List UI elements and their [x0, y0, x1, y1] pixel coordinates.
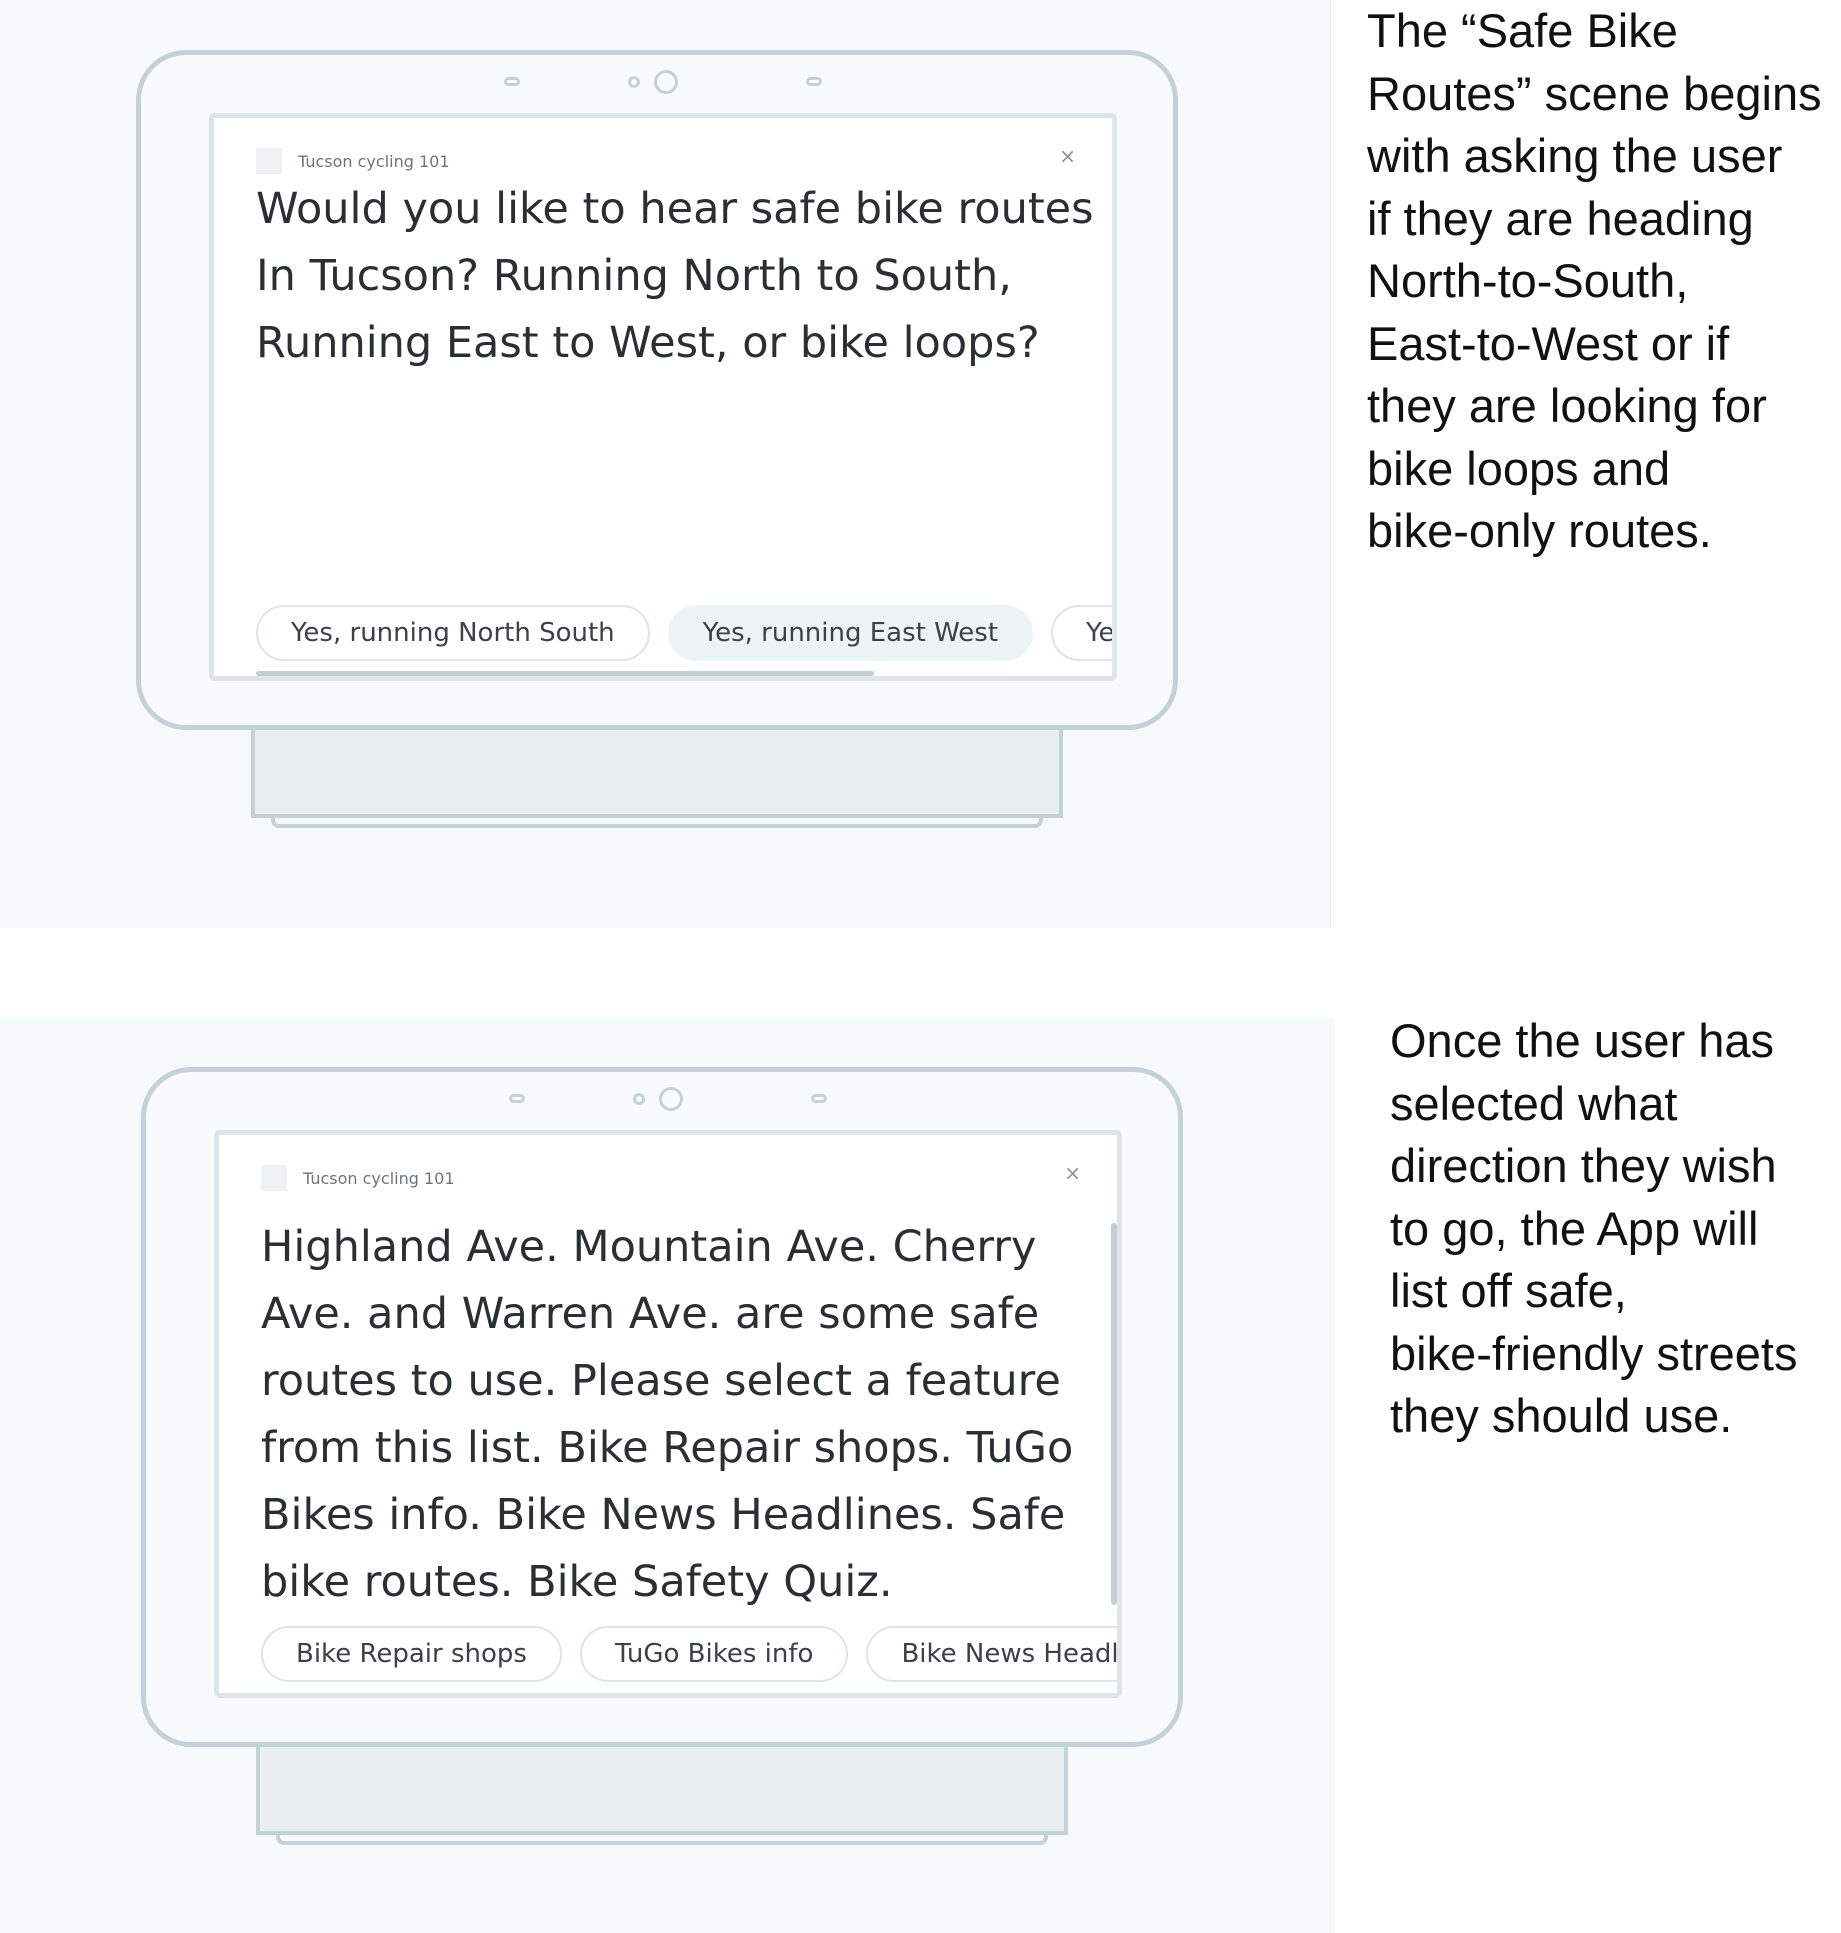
chip-bike-repair-shops[interactable]: Bike Repair shops: [261, 1626, 562, 1682]
device-stand: [256, 1747, 1068, 1835]
assistant-response: Highland Ave. Mountain Ave. Cherry Ave. …: [261, 1222, 1074, 1607]
sensor-right: [811, 1094, 827, 1103]
device-frame: Tucson cycling 101 × Highland Ave. Mount…: [141, 1067, 1183, 1747]
sensor-left: [509, 1094, 525, 1103]
device-stand-foot: [276, 1835, 1048, 1845]
app-name: Tucson cycling 101: [303, 1169, 455, 1188]
chip-east-west[interactable]: Yes, running East West: [667, 605, 1034, 661]
device-stand: [251, 730, 1063, 818]
sensor-left: [504, 77, 520, 86]
chip-bike-loops[interactable]: Yes: [1051, 605, 1112, 661]
sensor-right: [806, 77, 822, 86]
chip-bike-news-headlines[interactable]: Bike News Headlines: [866, 1626, 1117, 1682]
suggestion-chips: Yes, running North South Yes, running Ea…: [256, 605, 1112, 661]
chip-tugo-bikes-info[interactable]: TuGo Bikes info: [579, 1626, 849, 1682]
device-screen: Tucson cycling 101 × Highland Ave. Mount…: [214, 1130, 1122, 1698]
vertical-scrollbar[interactable]: [1111, 1223, 1117, 1605]
sensor-light: [633, 1093, 645, 1105]
chip-north-south[interactable]: Yes, running North South: [256, 605, 650, 661]
scene-1-caption: The “Safe Bike Routes” scene begins with…: [1367, 4, 1822, 557]
horizontal-scrollbar[interactable]: [256, 671, 874, 676]
device-stand-foot: [271, 818, 1043, 828]
close-icon[interactable]: ×: [1064, 1163, 1081, 1183]
app-icon: [256, 148, 282, 174]
sensor-light: [628, 76, 640, 88]
assistant-prompt: Would you like to hear safe bike routes …: [256, 184, 1094, 368]
app-icon: [261, 1165, 287, 1191]
device-frame: Tucson cycling 101 × Would you like to h…: [136, 50, 1178, 730]
close-icon[interactable]: ×: [1059, 146, 1076, 166]
app-name: Tucson cycling 101: [298, 152, 450, 171]
camera-icon: [659, 1087, 683, 1111]
camera-icon: [654, 70, 678, 94]
suggestion-chips: Bike Repair shops TuGo Bikes info Bike N…: [261, 1626, 1117, 1682]
scene-2-caption: Once the user has selected what directio…: [1390, 1014, 1798, 1442]
device-screen: Tucson cycling 101 × Would you like to h…: [209, 113, 1117, 681]
